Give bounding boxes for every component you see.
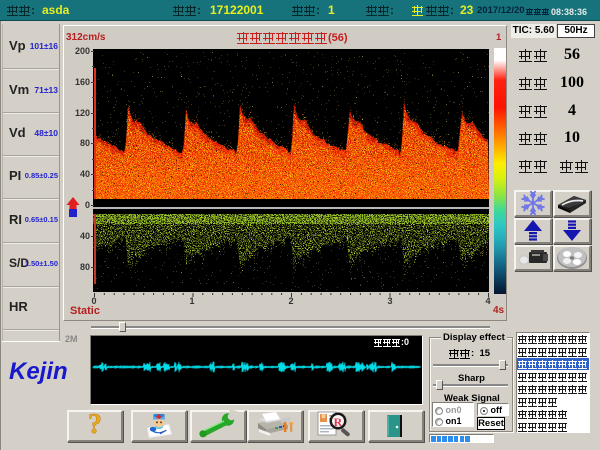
svg-text:?: ?	[88, 409, 102, 440]
svg-text:R: R	[334, 415, 343, 429]
